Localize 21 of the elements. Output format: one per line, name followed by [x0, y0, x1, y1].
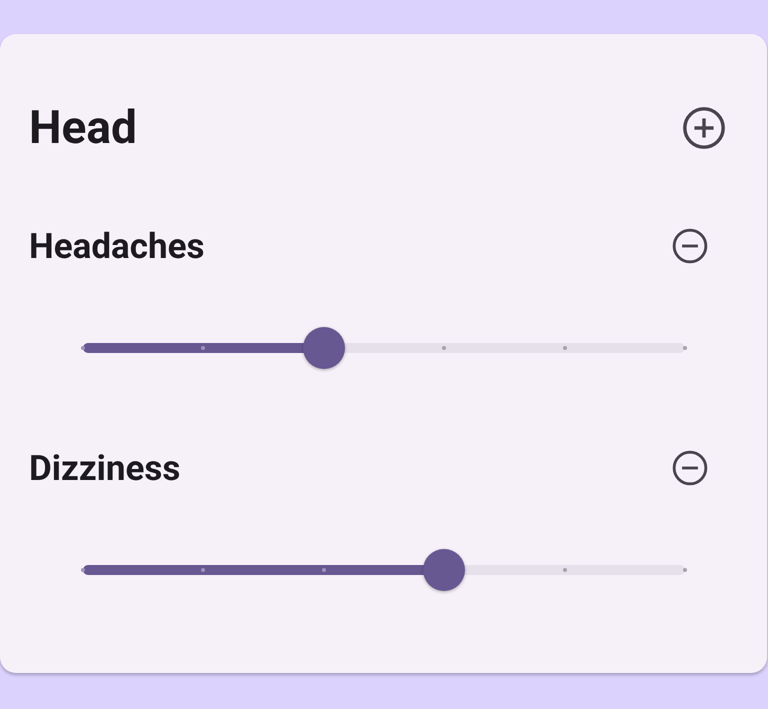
plus-circle-icon	[681, 104, 727, 150]
tick-mark	[201, 346, 206, 350]
tick-mark	[322, 568, 326, 572]
tick-mark	[81, 568, 85, 572]
minus-circle-icon	[671, 449, 709, 487]
tick-mark	[201, 568, 206, 572]
remove-button[interactable]	[671, 449, 709, 487]
add-button[interactable]	[681, 104, 727, 150]
remove-button[interactable]	[671, 227, 709, 265]
minus-circle-icon	[671, 227, 709, 265]
card-title: Head	[29, 100, 137, 154]
slider-thumb[interactable]	[302, 327, 345, 369]
tick-mark	[81, 346, 85, 350]
symptom-name: Headaches	[29, 226, 204, 266]
tick-mark	[562, 346, 567, 350]
tick-mark	[442, 346, 446, 350]
symptom-name: Dizziness	[29, 448, 180, 488]
tick-mark	[562, 568, 567, 572]
tick-mark	[683, 568, 687, 572]
tick-mark	[683, 346, 687, 350]
slider-thumb[interactable]	[423, 549, 466, 591]
